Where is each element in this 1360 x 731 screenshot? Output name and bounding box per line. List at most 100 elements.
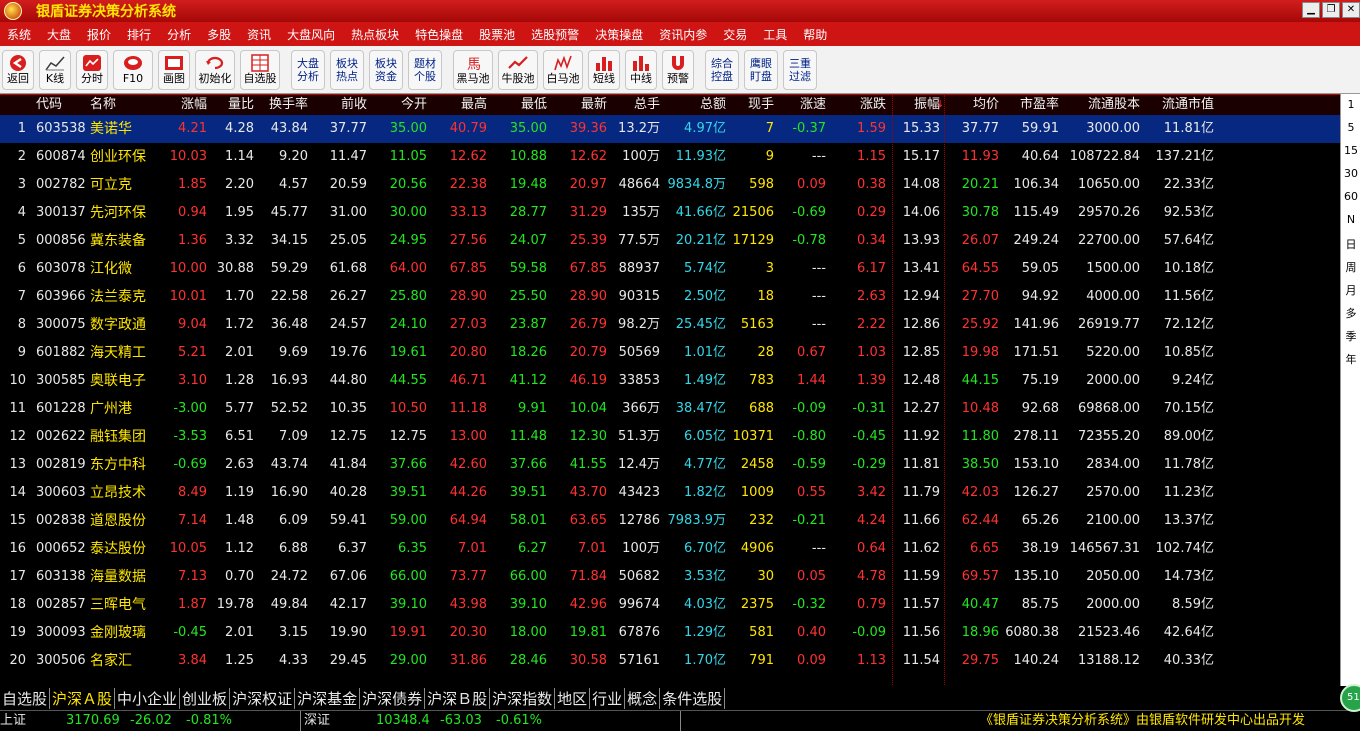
restore-button[interactable]: ❐ bbox=[1322, 2, 1340, 18]
column-header-8[interactable]: 最低 bbox=[490, 95, 547, 115]
menu-item-16[interactable]: 帮助 bbox=[796, 26, 836, 43]
menu-item-1[interactable]: 大盘 bbox=[40, 26, 80, 43]
table-row[interactable]: 7 603966 法兰泰克 10.01 1.70 22.58 26.27 25.80 28.90… bbox=[0, 283, 1340, 311]
menu-item-11[interactable]: 选股预警 bbox=[524, 26, 588, 43]
market-tab-4[interactable]: 沪深权证 bbox=[230, 687, 296, 709]
table-row[interactable]: 18 002857 三晖电气 1.87 19.78 49.84 42.17 39.10 43.9… bbox=[0, 591, 1340, 619]
market-tab-6[interactable]: 沪深债券 bbox=[360, 687, 426, 709]
toolbar-text-button-7[interactable]: 大盘 分析 bbox=[291, 49, 325, 90]
period-button-2[interactable]: 15 bbox=[1341, 144, 1360, 157]
column-header-2[interactable]: 涨幅 bbox=[163, 95, 207, 115]
menu-item-2[interactable]: 报价 bbox=[80, 26, 120, 43]
menu-item-9[interactable]: 特色操盘 bbox=[408, 26, 472, 43]
market-tab-1[interactable]: 沪深Ａ股 bbox=[50, 687, 116, 709]
table-row[interactable]: 8 300075 数字政通 9.04 1.72 36.48 24.57 24.10 27.03 2… bbox=[0, 311, 1340, 339]
table-row[interactable]: 2 600874 创业环保 10.03 1.14 9.20 11.47 11.05 12.62 1… bbox=[0, 143, 1340, 171]
menu-item-12[interactable]: 决策操盘 bbox=[588, 26, 652, 43]
column-header-3[interactable]: 量比 bbox=[212, 95, 254, 115]
market-tab-5[interactable]: 沪深基金 bbox=[295, 687, 361, 709]
table-row[interactable]: 17 603138 海量数据 7.13 0.70 24.72 67.06 66.00 73.77… bbox=[0, 563, 1340, 591]
toolbar-f10-button[interactable]: F10 bbox=[113, 49, 153, 90]
toolbar-text-button-17[interactable]: 综合 控盘 bbox=[705, 49, 739, 90]
column-header-12[interactable]: 现手 bbox=[728, 95, 774, 115]
period-button-7[interactable]: 周 bbox=[1341, 259, 1360, 275]
menu-item-13[interactable]: 资讯内参 bbox=[652, 26, 716, 43]
toolbar-intraday-button[interactable]: 分时 bbox=[76, 49, 108, 90]
column-header-0[interactable]: 代码 bbox=[36, 95, 96, 115]
table-row[interactable]: 12 002622 融钰集团 -3.53 6.51 7.09 12.75 12.75 13.00… bbox=[0, 423, 1340, 451]
period-button-9[interactable]: 多 bbox=[1341, 305, 1360, 321]
notification-badge[interactable]: 51 bbox=[1340, 684, 1360, 712]
period-button-6[interactable]: 日 bbox=[1341, 236, 1360, 252]
table-row[interactable]: 3 002782 可立克 1.85 2.20 4.57 20.59 20.56 22.38 19.… bbox=[0, 171, 1340, 199]
column-header-9[interactable]: 最新 bbox=[550, 95, 607, 115]
menu-item-5[interactable]: 多股 bbox=[200, 26, 240, 43]
column-header-5[interactable]: 前收 bbox=[310, 95, 367, 115]
table-row[interactable]: 15 002838 道恩股份 7.14 1.48 6.09 59.41 59.00 64.94 5… bbox=[0, 507, 1340, 535]
market-tab-3[interactable]: 创业板 bbox=[180, 687, 231, 709]
toolbar-text-button-10[interactable]: 题材 个股 bbox=[408, 49, 442, 90]
table-row[interactable]: 1 603538 美诺华 4.21 4.28 43.84 37.77 35.00 40.79 35… bbox=[0, 115, 1340, 143]
market-tab-12[interactable]: 条件选股 bbox=[660, 687, 726, 709]
table-row[interactable]: 19 300093 金刚玻璃 -0.45 2.01 3.15 19.90 19.91 20.30… bbox=[0, 619, 1340, 647]
column-header-16[interactable]: 均价 bbox=[944, 95, 999, 115]
menu-item-15[interactable]: 工具 bbox=[756, 26, 796, 43]
table-row[interactable]: 16 000652 泰达股份 10.05 1.12 6.88 6.37 6.35 7.01 6.2… bbox=[0, 535, 1340, 563]
column-header-13[interactable]: 涨速 bbox=[776, 95, 826, 115]
toolbar-whitehorse-button[interactable]: 白马池 bbox=[543, 49, 583, 90]
market-tab-7[interactable]: 沪深Ｂ股 bbox=[425, 687, 491, 709]
menu-item-7[interactable]: 大盘风向 bbox=[280, 26, 344, 43]
period-button-4[interactable]: 60 bbox=[1341, 190, 1360, 203]
period-button-8[interactable]: 月 bbox=[1341, 282, 1360, 298]
toolbar-text-button-8[interactable]: 板块 热点 bbox=[330, 49, 364, 90]
market-tab-11[interactable]: 概念 bbox=[625, 687, 661, 709]
menu-item-6[interactable]: 资讯 bbox=[240, 26, 280, 43]
period-button-5[interactable]: N bbox=[1341, 213, 1360, 226]
toolbar-draw-button[interactable]: 画图 bbox=[158, 49, 190, 90]
period-button-10[interactable]: 季 bbox=[1341, 328, 1360, 344]
table-row[interactable]: 20 300506 名家汇 3.84 1.25 4.33 29.45 29.00 31.86 28… bbox=[0, 647, 1340, 675]
table-row[interactable]: 14 300603 立昂技术 8.49 1.19 16.90 40.28 39.51 44.26… bbox=[0, 479, 1340, 507]
table-row[interactable]: 6 603078 江化微 10.00 30.88 59.29 61.68 64.00 67.85… bbox=[0, 255, 1340, 283]
table-row[interactable]: 11 601228 广州港 -3.00 5.77 52.52 10.35 10.50 11.18… bbox=[0, 395, 1340, 423]
column-header-18[interactable]: 流通股本 bbox=[1062, 95, 1140, 115]
column-header-11[interactable]: 总额 bbox=[662, 95, 726, 115]
market-tab-8[interactable]: 沪深指数 bbox=[490, 687, 556, 709]
period-button-3[interactable]: 30 bbox=[1341, 167, 1360, 180]
toolbar-text-button-19[interactable]: 三重 过滤 bbox=[783, 49, 817, 90]
menu-item-14[interactable]: 交易 bbox=[716, 26, 756, 43]
toolbar-horse-button[interactable]: 馬黑马池 bbox=[453, 49, 493, 90]
table-row[interactable]: 10 300585 奥联电子 3.10 1.28 16.93 44.80 44.55 46.71… bbox=[0, 367, 1340, 395]
toolbar-short-bars-button[interactable]: 短线 bbox=[588, 49, 620, 90]
toolbar-mid-bars-button[interactable]: 中线 bbox=[625, 49, 657, 90]
toolbar-text-button-9[interactable]: 板块 资金 bbox=[369, 49, 403, 90]
menu-item-0[interactable]: 系统 bbox=[0, 26, 40, 43]
toolbar-kline-button[interactable]: K线 bbox=[39, 49, 71, 90]
column-header-10[interactable]: 总手 bbox=[610, 95, 660, 115]
close-button[interactable]: ✕ bbox=[1342, 2, 1360, 18]
toolbar-bull-button[interactable]: 牛股池 bbox=[498, 49, 538, 90]
column-header-19[interactable]: 流通市值 bbox=[1142, 95, 1214, 115]
column-header-1[interactable]: 名称 bbox=[90, 95, 160, 115]
period-button-0[interactable]: 1 bbox=[1341, 98, 1360, 111]
minimize-button[interactable]: ▁ bbox=[1302, 2, 1320, 18]
table-row[interactable]: 13 002819 东方中科 -0.69 2.63 43.74 41.84 37.66 42.6… bbox=[0, 451, 1340, 479]
menu-item-4[interactable]: 分析 bbox=[160, 26, 200, 43]
table-row[interactable]: 4 300137 先河环保 0.94 1.95 45.77 31.00 30.00 33.13 2… bbox=[0, 199, 1340, 227]
column-header-14[interactable]: 涨跌 bbox=[828, 95, 886, 115]
market-tab-10[interactable]: 行业 bbox=[590, 687, 626, 709]
column-header-17[interactable]: 市盈率 bbox=[1002, 95, 1059, 115]
toolbar-text-button-18[interactable]: 鹰眼 盯盘 bbox=[744, 49, 778, 90]
toolbar-watchlist-button[interactable]: 自选股 bbox=[240, 49, 280, 90]
table-row[interactable]: 9 601882 海天精工 5.21 2.01 9.69 19.76 19.61 20.80 18… bbox=[0, 339, 1340, 367]
toolbar-reset-button[interactable]: 初始化 bbox=[195, 49, 235, 90]
column-header-15[interactable]: 振幅 bbox=[888, 95, 940, 115]
market-tab-9[interactable]: 地区 bbox=[555, 687, 591, 709]
period-button-11[interactable]: 年 bbox=[1341, 351, 1360, 367]
toolbar-back-button[interactable]: 返回 bbox=[2, 49, 34, 90]
column-header-6[interactable]: 今开 bbox=[370, 95, 427, 115]
market-tab-2[interactable]: 中小企业 bbox=[115, 687, 181, 709]
period-button-1[interactable]: 5 bbox=[1341, 121, 1360, 134]
menu-item-8[interactable]: 热点板块 bbox=[344, 26, 408, 43]
table-row[interactable]: 5 000856 冀东装备 1.36 3.32 34.15 25.05 24.95 27.56 2… bbox=[0, 227, 1340, 255]
